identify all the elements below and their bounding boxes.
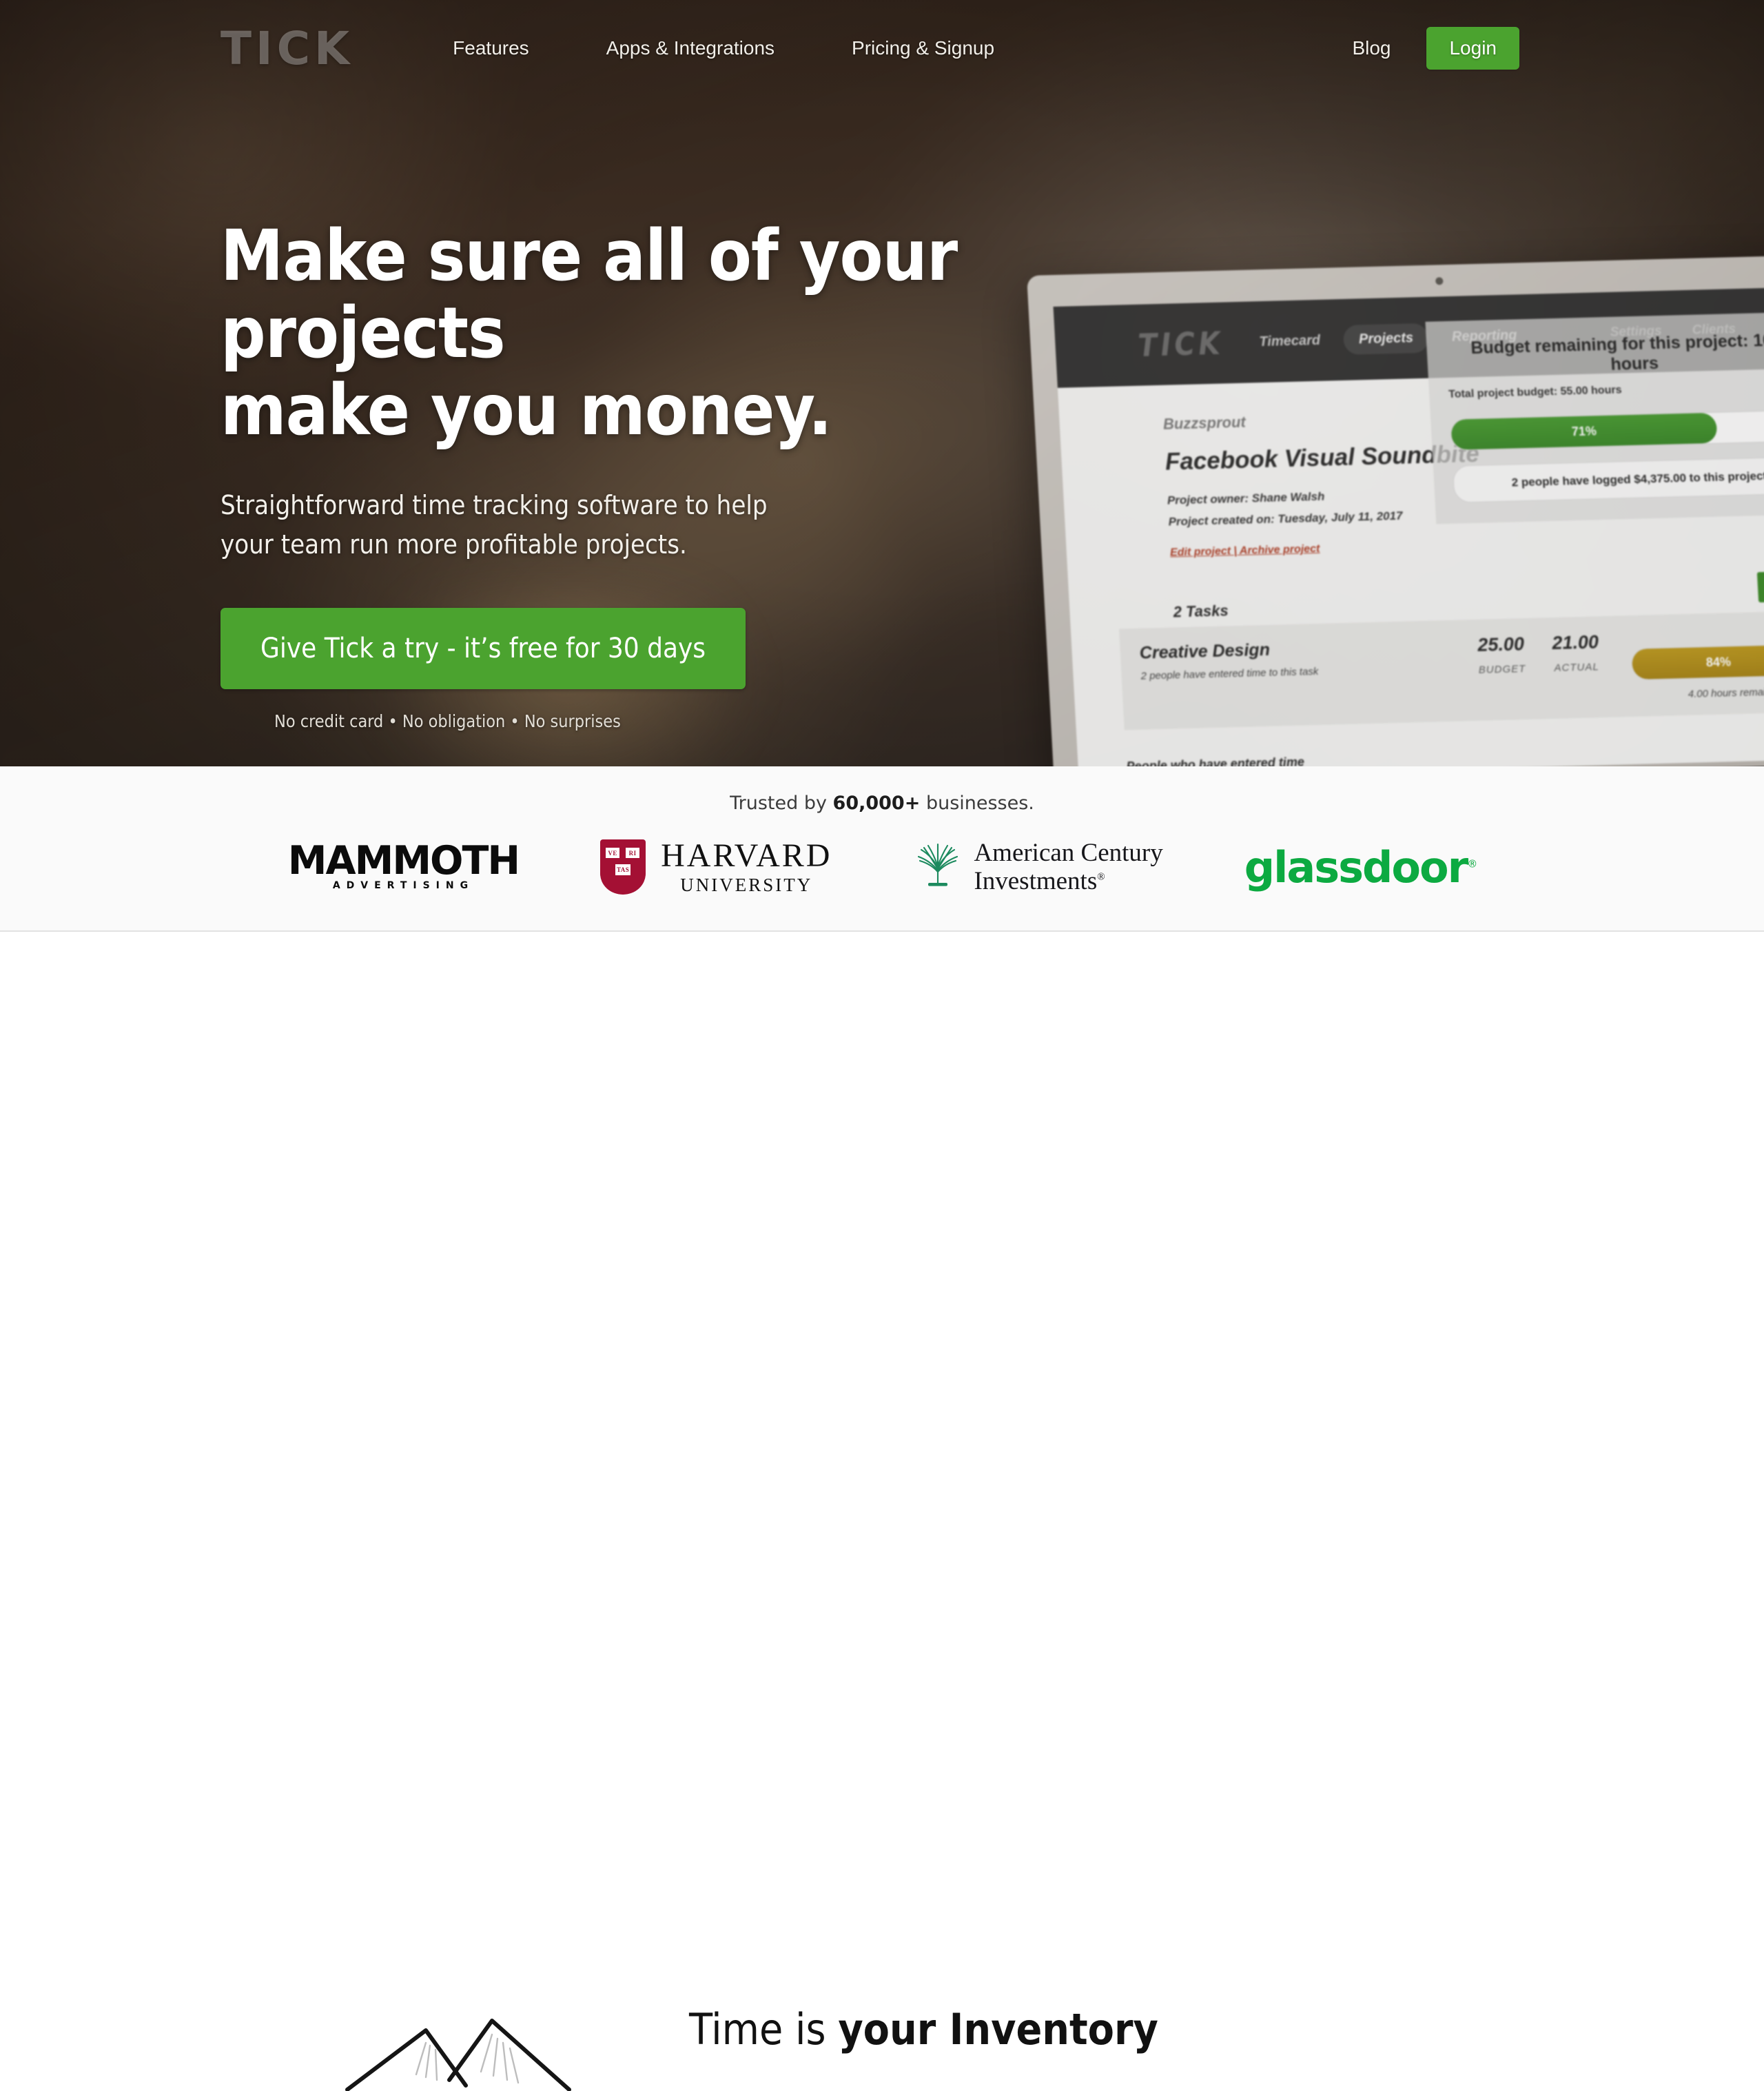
harvard-university-logo: VE RI TAS HARVARD UNIVERSITY	[600, 836, 832, 898]
app-budget-card: Budget remaining for this project: 16.00…	[1425, 311, 1764, 524]
american-century-line2: Investments	[974, 867, 1098, 895]
app-budget-subtitle: Total project budget: 55.00 hours	[1448, 384, 1622, 400]
hero-subheading: Straightforward time tracking software t…	[220, 486, 1185, 566]
site-logo[interactable]: TICK	[220, 22, 353, 75]
harvard-crest-icon: VE RI TAS	[600, 839, 646, 895]
harvard-subtitle: UNIVERSITY	[680, 875, 813, 895]
app-task-remaining: 4.00 hours remaining	[1688, 686, 1764, 700]
app-nav-timecard: Timecard	[1258, 332, 1321, 349]
app-budget-note: 2 people have logged $4,375.00 to this p…	[1452, 456, 1764, 503]
app-task-budget-value: 25.00	[1477, 633, 1525, 655]
page-title: Make sure all of your projects make you …	[220, 215, 1185, 452]
app-budget-progress-track: 71%	[1450, 409, 1764, 451]
mammoth-advertising-logo: MAMMOTH ADVERTISING	[287, 836, 520, 898]
registered-mark-icon: ®	[1097, 871, 1105, 883]
app-task-name: Creative Design	[1139, 640, 1271, 663]
app-people-label: People who have entered time	[1126, 755, 1305, 766]
hero-copy: Make sure all of your projects make you …	[220, 215, 1185, 732]
nav-features[interactable]: Features	[414, 37, 568, 59]
hero-cta-button[interactable]: Give Tick a try - it’s free for 30 days	[220, 608, 746, 690]
nav-blog[interactable]: Blog	[1352, 37, 1391, 59]
glassdoor-logo: glassdoor®	[1244, 836, 1477, 898]
hero-sub-line2: your team run more profitable projects.	[220, 529, 687, 560]
inventory-heading-bold: your Inventory	[838, 2004, 1158, 2054]
american-century-investments-logo: American Century Investments®	[913, 836, 1163, 898]
trust-text-before: Trusted by	[730, 793, 833, 814]
app-nav-projects: Projects	[1342, 323, 1430, 355]
nav-pricing-signup[interactable]: Pricing & Signup	[813, 37, 1033, 59]
trust-statement: Trusted by 60,000+ businesses.	[730, 793, 1034, 814]
app-task-progress-fill: 84%	[1631, 644, 1764, 680]
app-task-budget-label: BUDGET	[1478, 663, 1526, 676]
mountains-icon	[345, 2019, 571, 2091]
hero-heading-line1: Make sure all of your projects	[220, 215, 958, 375]
nav-apps-integrations[interactable]: Apps & Integrations	[568, 37, 813, 59]
app-task-actual-label: ACTUAL	[1554, 661, 1600, 674]
glassdoor-wordmark: glassdoor	[1244, 842, 1468, 892]
hero-sub-line1: Straightforward time tracking software t…	[220, 489, 768, 520]
app-task-progress-track: 84%	[1630, 643, 1764, 680]
app-task-numbers: 25.00 BUDGET 21.00 ACTUAL	[1477, 631, 1600, 676]
tree-icon	[918, 843, 958, 886]
inventory-heading-regular: Time is	[689, 2004, 839, 2054]
hero-heading-line2: make you money.	[220, 369, 832, 452]
app-people-section: People who have entered time Hours Rate …	[1126, 740, 1764, 766]
app-project-actions: Edit project | Archive project	[1169, 542, 1320, 559]
main-navigation: Features Apps & Integrations Pricing & S…	[414, 37, 1033, 59]
american-century-line1: American Century	[974, 838, 1163, 867]
inventory-section: Time is your Inventory	[0, 933, 1764, 2091]
app-budget-title: Budget remaining for this project: 16.00…	[1470, 329, 1764, 374]
app-task-row: Creative Design 2 people have entered ti…	[1118, 609, 1764, 731]
app-task-actual-value: 21.00	[1551, 631, 1599, 653]
app-add-task-button: ADD TASK	[1757, 569, 1764, 603]
customer-logos: MAMMOTH ADVERTISING VE RI TAS HARVARD UN…	[287, 836, 1477, 898]
app-task-sub: 2 people have entered time to this task	[1140, 665, 1319, 682]
site-header: TICK Features Apps & Integrations Pricin…	[0, 0, 1764, 96]
app-budget-progress-fill: 71%	[1450, 412, 1718, 450]
mammoth-wordmark: MAMMOTH	[287, 837, 520, 884]
harvard-motto-tas: TAS	[615, 864, 632, 876]
harvard-motto-ve: VE	[605, 847, 621, 859]
harvard-motto-ri: RI	[625, 847, 641, 859]
hero-section: TICK Timecard Projects Reporting Setting…	[0, 0, 1764, 766]
login-button[interactable]: Login	[1426, 27, 1519, 70]
harvard-wordmark: HARVARD	[661, 837, 832, 874]
header-right-actions: Blog Login	[1352, 27, 1519, 70]
hero-cta-note: No credit card • No obligation • No surp…	[274, 711, 621, 732]
registered-mark-icon: ®	[1467, 857, 1477, 870]
trust-count: 60,000+	[832, 793, 921, 814]
inventory-heading: Time is your Inventory	[689, 2004, 1158, 2054]
trust-bar: Trusted by 60,000+ businesses. MAMMOTH A…	[0, 766, 1764, 932]
trust-text-after: businesses.	[920, 793, 1034, 814]
